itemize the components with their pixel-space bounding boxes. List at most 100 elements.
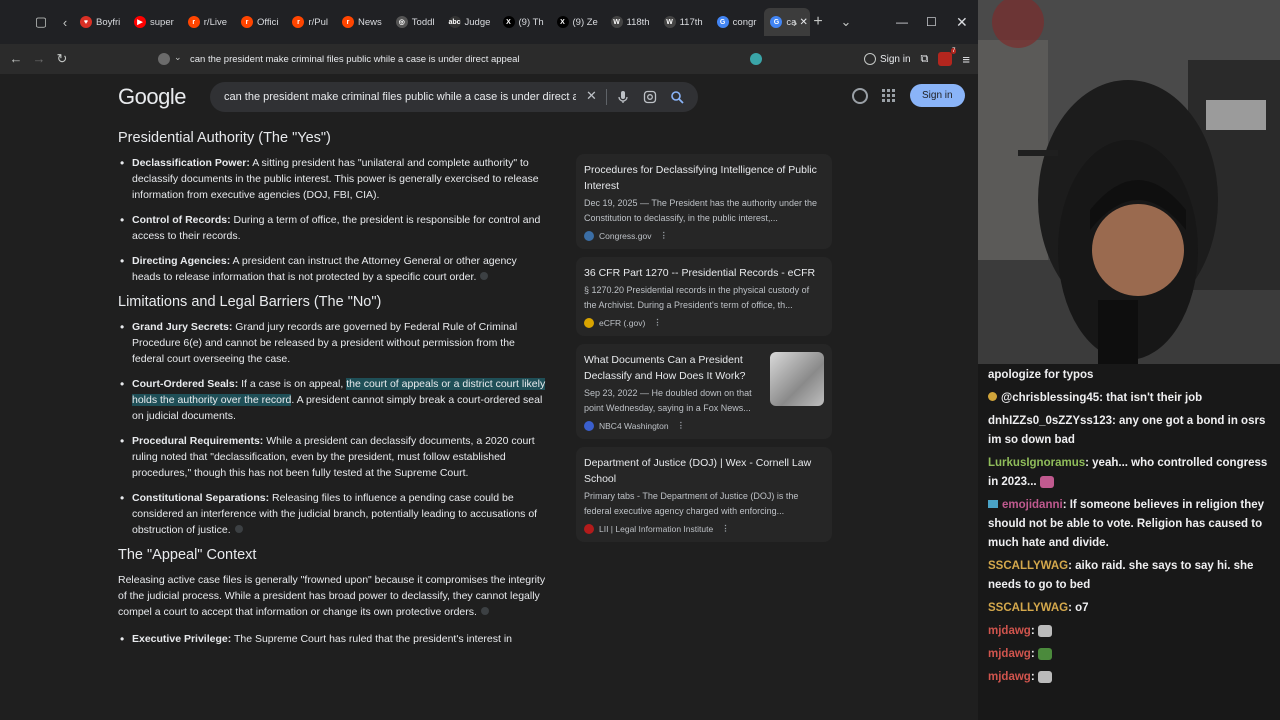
browser-tab[interactable]: X (9) Ze <box>551 8 603 36</box>
profile-icon[interactable] <box>863 53 876 65</box>
chat-message: SSCALLYWAG: o7 <box>988 599 1270 618</box>
browser-tab[interactable]: W 117th <box>658 8 709 36</box>
item-label: Executive Privilege: <box>132 633 232 645</box>
more-options-icon[interactable]: ⋮ <box>677 420 686 431</box>
browser-tab[interactable]: r News <box>336 8 388 36</box>
source-card[interactable]: 36 CFR Part 1270 -- Presidential Records… <box>576 257 832 336</box>
google-header-right: Sign in <box>852 84 965 107</box>
maximize-icon[interactable]: ☐ <box>926 0 937 44</box>
webcam-image <box>978 0 1280 364</box>
chat-text: : <box>1030 625 1035 637</box>
list-item: Procedural Requirements: While a preside… <box>120 433 548 481</box>
chat-username[interactable]: SSCALLYWAG <box>988 602 1068 614</box>
chat-username[interactable]: mjdawg <box>988 671 1031 683</box>
toolbar-sign-in-button[interactable]: Sign in <box>880 54 911 65</box>
source-thumbnail[interactable] <box>770 352 824 406</box>
tab-favicon-icon: r <box>292 16 305 28</box>
browser-tab[interactable]: W 118th <box>605 8 656 36</box>
browser-tab[interactable]: r Offici <box>235 8 284 36</box>
clear-search-icon[interactable]: ✕ <box>586 88 597 104</box>
tab-actions-icon[interactable]: ▢ <box>30 11 52 33</box>
chat-username[interactable]: emojidanni <box>1002 499 1063 511</box>
chat-username[interactable]: @chrisblessing45 <box>1001 392 1099 404</box>
google-lens-icon[interactable] <box>643 90 657 104</box>
source-title[interactable]: Department of Justice (DOJ) | Wex - Corn… <box>584 455 824 487</box>
chat-emote-icon <box>1037 647 1052 660</box>
chat-username[interactable]: dnhIZZs0_0sZZYss123 <box>988 415 1112 427</box>
source-title[interactable]: 36 CFR Part 1270 -- Presidential Records… <box>584 265 824 281</box>
tab-label: (9) Th <box>518 16 544 28</box>
source-title[interactable]: What Documents Can a President Declassif… <box>584 352 760 384</box>
ai-overview-content: Presidential Authority (The "Yes") Decla… <box>118 130 548 656</box>
chat-username[interactable]: mjdawg <box>988 648 1031 660</box>
chat-text: : o7 <box>1068 602 1089 614</box>
browser-tab[interactable]: ▶ super <box>128 8 180 36</box>
more-options-icon[interactable]: ⋮ <box>721 523 730 534</box>
list-item: Executive Privilege: The Supreme Court h… <box>120 631 548 647</box>
search-icon[interactable] <box>670 90 684 104</box>
section-appeal-context: The "Appeal" Context Releasing active ca… <box>118 547 548 647</box>
chat-username[interactable]: mjdawg <box>988 625 1031 637</box>
stream-chat: apologize for typos @chrisblessing45: tha… <box>978 364 1280 720</box>
browser-tab[interactable]: ♥ Boyfri <box>74 8 126 36</box>
browser-tab[interactable]: r r/Live <box>182 8 233 36</box>
search-input[interactable]: can the president make criminal files pu… <box>224 91 576 103</box>
scroll-tabs-right-icon[interactable]: › <box>784 11 806 33</box>
bullet-list: Grand Jury Secrets: Grand jury records a… <box>118 319 548 538</box>
ublock-extension-icon[interactable]: 7 <box>938 48 957 66</box>
chat-text: : that isn't their job <box>1099 392 1203 404</box>
google-apps-icon[interactable] <box>882 88 896 103</box>
chat-message: mjdawg: <box>988 622 1270 641</box>
google-sign-in-button[interactable]: Sign in <box>910 84 965 107</box>
source-card[interactable]: Procedures for Declassifying Intelligenc… <box>576 154 832 249</box>
site-info-icon[interactable] <box>158 53 170 65</box>
extensions-puzzle-icon[interactable]: ⧉ <box>921 53 929 66</box>
webcam-feed <box>978 0 1280 364</box>
more-options-icon[interactable]: ⋮ <box>659 230 668 241</box>
translate-icon[interactable] <box>750 53 762 65</box>
tab-favicon-icon: G <box>716 16 729 28</box>
browser-tab[interactable]: Gcongr <box>711 8 763 36</box>
tab-favicon-icon: G <box>770 16 783 28</box>
chat-text: : <box>1030 648 1035 660</box>
site-name: NBC4 Washington <box>599 420 669 431</box>
source-title[interactable]: Procedures for Declassifying Intelligenc… <box>584 162 824 194</box>
forward-icon[interactable]: → <box>27 51 51 66</box>
menu-icon[interactable]: ≡ <box>962 52 970 67</box>
tab-favicon-icon: ♥ <box>80 16 92 28</box>
chevron-down-icon[interactable]: ⌄ <box>174 52 182 63</box>
address-bar[interactable]: ⌄ can the president make criminal files … <box>152 48 776 70</box>
section-presidential-authority: Presidential Authority (The "Yes") Decla… <box>118 130 548 285</box>
item-label: Directing Agencies: <box>132 255 231 267</box>
tab-search-icon[interactable]: ⌄ <box>835 11 857 33</box>
chat-username[interactable]: LurkusIgnoramus <box>988 457 1085 469</box>
minimize-icon[interactable]: — <box>896 0 908 44</box>
browser-tab[interactable]: X (9) Th <box>497 8 549 36</box>
tab-strip: ♥ Boyfri ▶ super r r/Live r Offici r r/Pul r News ◎ T… <box>74 8 812 36</box>
scroll-tabs-left-icon[interactable]: ‹ <box>54 11 76 33</box>
browser-tab[interactable]: r r/Pul <box>286 8 334 36</box>
browser-tab[interactable]: ◎ Toddl <box>390 8 441 36</box>
chat-message: emojidanni: If someone believes in relig… <box>988 496 1270 553</box>
close-window-icon[interactable]: ✕ <box>956 0 968 44</box>
google-logo[interactable]: Google <box>118 84 186 110</box>
link-icon[interactable] <box>480 607 489 615</box>
more-options-icon[interactable]: ⋮ <box>653 317 662 328</box>
site-favicon-icon <box>584 230 594 241</box>
source-card[interactable]: What Documents Can a President Declassif… <box>576 344 832 439</box>
search-box[interactable]: can the president make criminal files pu… <box>210 82 698 112</box>
browser-tab[interactable]: abc Judge <box>443 8 495 36</box>
microphone-icon[interactable] <box>616 90 630 104</box>
reload-icon[interactable]: ↻ <box>50 51 74 67</box>
link-icon[interactable] <box>234 525 243 533</box>
new-tab-icon[interactable]: + <box>807 11 829 33</box>
site-name: LII | Legal Information Institute <box>599 523 714 534</box>
link-icon[interactable] <box>480 272 489 280</box>
item-label: Declassification Power: <box>132 157 250 169</box>
back-icon[interactable]: ← <box>4 51 28 66</box>
settings-gear-icon[interactable] <box>852 87 868 104</box>
section-limitations: Limitations and Legal Barriers (The "No"… <box>118 294 548 538</box>
bullet-list: Declassification Power: A sitting presid… <box>118 155 548 285</box>
chat-username[interactable]: SSCALLYWAG <box>988 560 1068 572</box>
source-card[interactable]: Department of Justice (DOJ) | Wex - Corn… <box>576 447 832 542</box>
